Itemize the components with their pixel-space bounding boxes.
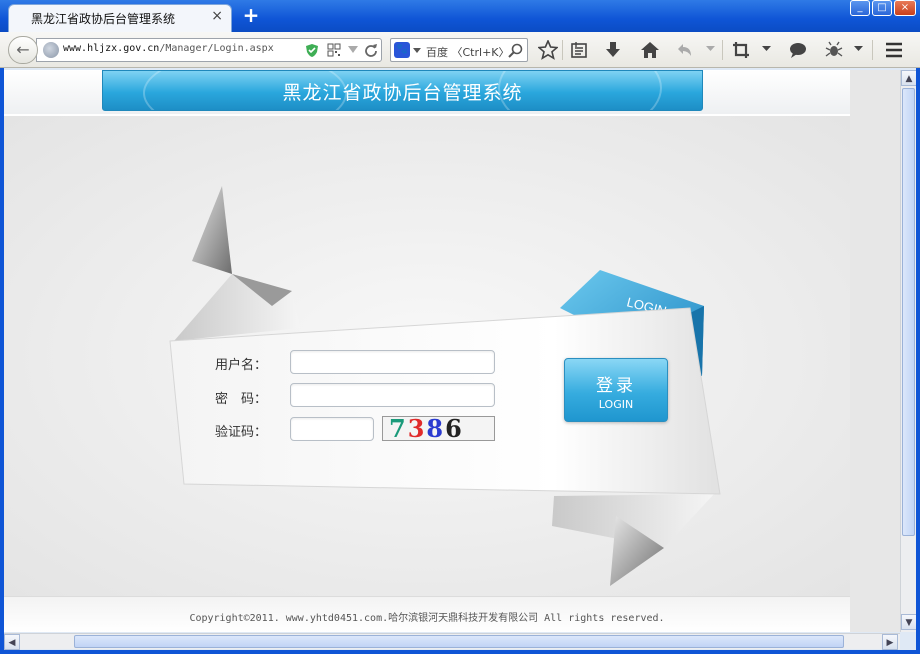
window-titlebar: 黑龙江省政协后台管理系统 × + _ □ ×: [0, 0, 920, 32]
crop-dropdown-icon[interactable]: [762, 46, 771, 52]
tab-close-icon[interactable]: ×: [211, 8, 223, 24]
download-icon[interactable]: [604, 41, 622, 59]
search-input[interactable]: 百度 〈Ctrl+K〉: [426, 44, 510, 60]
maximize-button[interactable]: □: [872, 0, 892, 16]
minimize-button[interactable]: _: [850, 0, 870, 16]
password-input[interactable]: [290, 383, 495, 407]
bug-icon[interactable]: [824, 40, 844, 60]
horizontal-scroll-thumb[interactable]: [74, 635, 844, 648]
vertical-scrollbar[interactable]: ▲ ▼: [900, 70, 917, 632]
scroll-left-icon[interactable]: ◀: [4, 634, 20, 650]
scroll-right-icon[interactable]: ▶: [882, 634, 898, 650]
search-bar[interactable]: 🐾 百度 〈Ctrl+K〉: [390, 38, 528, 62]
horizontal-scrollbar[interactable]: ◀ ▶: [4, 633, 900, 650]
crop-icon[interactable]: [732, 41, 750, 59]
window-border-bottom: [0, 650, 920, 654]
shield-icon[interactable]: [305, 43, 319, 58]
chat-icon[interactable]: [788, 40, 808, 60]
engine-dropdown-icon[interactable]: [413, 48, 421, 54]
page-margin: [850, 70, 900, 632]
vertical-scroll-thumb[interactable]: [902, 88, 915, 536]
bug-dropdown-icon[interactable]: [854, 46, 863, 52]
home-icon[interactable]: [640, 40, 660, 60]
new-tab-button[interactable]: +: [240, 4, 262, 26]
browser-tab[interactable]: 黑龙江省政协后台管理系统 ×: [8, 4, 232, 32]
url-text[interactable]: www.hljzx.gov.cn/Manager/Login.aspx: [63, 43, 274, 54]
undo-icon[interactable]: [676, 41, 694, 59]
captcha-label: 验证码：: [215, 425, 268, 440]
footer: Copyright©2011. www.yhtd0451.com.哈尔滨银河天鼎…: [4, 596, 850, 632]
search-icon[interactable]: [508, 43, 523, 58]
password-label: 密 码：: [215, 392, 268, 407]
username-input[interactable]: [290, 350, 495, 374]
reading-list-icon[interactable]: [570, 41, 588, 59]
copyright-text: Copyright©2011. www.yhtd0451.com.哈尔滨银河天鼎…: [189, 613, 665, 624]
window-border-left: [0, 68, 4, 654]
menu-icon[interactable]: [884, 41, 904, 59]
back-button[interactable]: ←: [8, 36, 38, 64]
scroll-down-icon[interactable]: ▼: [901, 614, 917, 630]
login-button-label-cn: 登录: [596, 376, 636, 396]
captcha-input[interactable]: [290, 417, 374, 441]
captcha-image[interactable]: 7386: [382, 416, 495, 441]
login-button[interactable]: 登录 LOGIN: [564, 358, 668, 422]
reload-icon[interactable]: [364, 43, 378, 57]
window-border-right: [916, 68, 920, 654]
star-icon[interactable]: [538, 40, 558, 60]
undo-dropdown-icon[interactable]: [706, 46, 715, 52]
login-button-label-en: LOGIN: [598, 398, 634, 411]
window-controls: _ □ ×: [850, 0, 916, 16]
page-viewport: 黑龙江省政协后台管理系统 LOGIN 用户名： 密 码： 验证码： 7386 登…: [4, 70, 850, 632]
username-label: 用户名：: [215, 358, 268, 373]
tab-title: 黑龙江省政协后台管理系统: [31, 12, 176, 26]
navigation-toolbar: www.hljzx.gov.cn/Manager/Login.aspx ← 🐾 …: [0, 32, 920, 68]
scroll-up-icon[interactable]: ▲: [901, 70, 917, 86]
captcha-code: 7386: [389, 416, 464, 441]
baidu-paw-icon[interactable]: 🐾: [394, 42, 410, 58]
qr-icon[interactable]: [327, 43, 341, 57]
globe-icon: [43, 42, 59, 58]
banner: 黑龙江省政协后台管理系统: [102, 70, 703, 111]
page-title: 黑龙江省政协后台管理系统: [282, 82, 523, 104]
login-stage: LOGIN 用户名： 密 码： 验证码： 7386 登录 LOGIN: [4, 116, 850, 596]
dropdown-icon[interactable]: [348, 46, 358, 54]
close-window-button[interactable]: ×: [894, 0, 916, 16]
url-bar[interactable]: www.hljzx.gov.cn/Manager/Login.aspx: [36, 38, 382, 62]
